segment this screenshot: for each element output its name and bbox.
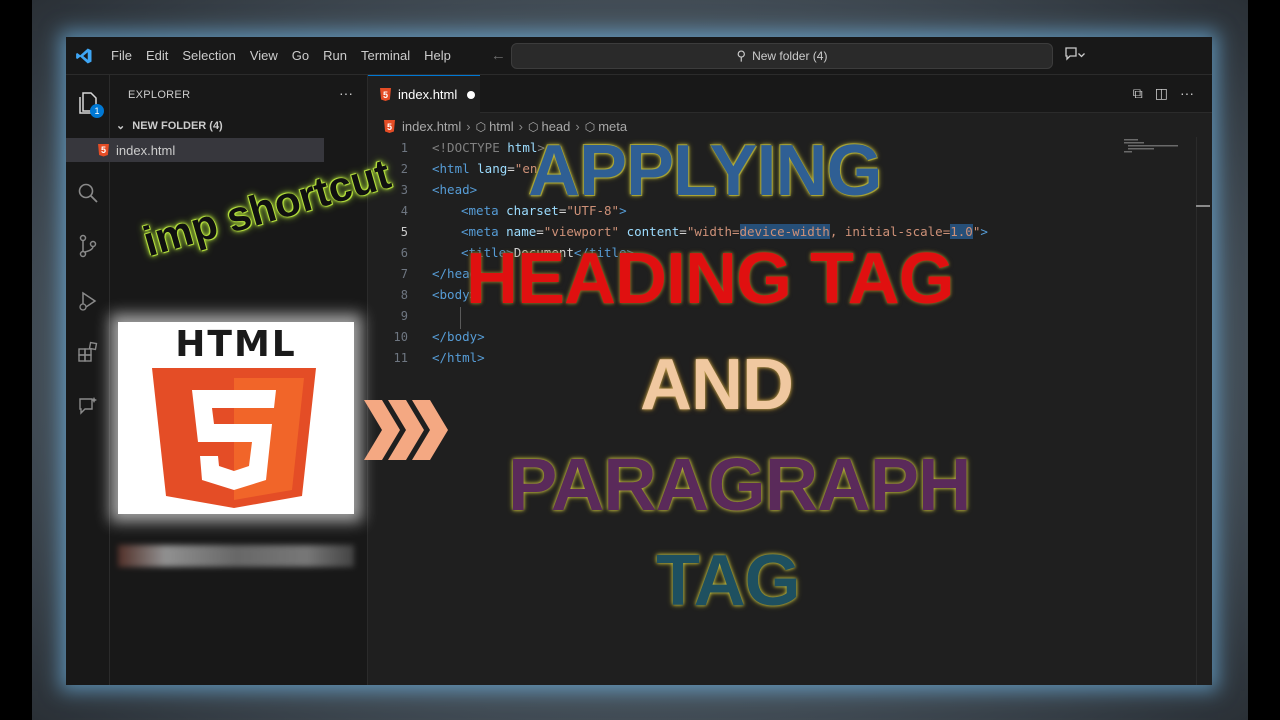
arrow-left-icon[interactable]: ←	[486, 47, 511, 64]
html5-file-icon: 5	[384, 120, 395, 133]
logo-reflection	[118, 545, 354, 567]
element-icon: ⬡	[475, 119, 487, 134]
folder-header[interactable]: ⌄ NEW FOLDER (4)	[116, 119, 223, 132]
vertical-scrollbar[interactable]	[1196, 137, 1197, 685]
line-number: 8	[400, 288, 408, 302]
search-icon[interactable]	[75, 180, 101, 206]
title-heading-tag: HEADING TAG	[466, 239, 955, 319]
file-name: index.html	[116, 142, 176, 158]
breadcrumb-item[interactable]: index.html	[402, 119, 461, 134]
explorer-badge: 1	[90, 104, 104, 118]
command-center-label: New folder (4)	[752, 49, 828, 63]
title-paragraph: PARAGRAPH	[508, 443, 971, 526]
run-debug-icon[interactable]	[75, 288, 101, 314]
breadcrumb-item[interactable]: html	[489, 119, 514, 134]
html5-logo-card: HTML	[118, 322, 354, 514]
code-line-5: <meta name="viewport" content="width=dev…	[461, 224, 988, 239]
title-applying: APPLYING	[528, 131, 882, 211]
chat-icon[interactable]	[75, 393, 101, 419]
menu-terminal[interactable]: Terminal	[354, 48, 417, 63]
more-icon[interactable]: ···	[1180, 85, 1194, 102]
menu-file[interactable]: File	[104, 48, 139, 63]
tab-label: index.html	[398, 87, 458, 102]
copilot-icon[interactable]	[1064, 46, 1086, 65]
code-line-10: </body>	[432, 329, 485, 344]
menu-selection[interactable]: Selection	[175, 48, 242, 63]
explorer-title: EXPLORER	[128, 89, 191, 101]
chevron-right-icon: ›	[466, 119, 471, 134]
vscode-logo-icon	[68, 37, 100, 75]
menu-bar: File Edit Selection View Go Run Terminal…	[104, 48, 458, 63]
html5-file-icon: 5	[380, 88, 391, 101]
menu-run[interactable]: Run	[316, 48, 354, 63]
chevron-right-icon: ›	[518, 119, 523, 134]
search-icon: ⚲	[736, 48, 747, 63]
menu-go[interactable]: Go	[285, 48, 316, 63]
code-line-3: <head>	[432, 182, 478, 197]
folder-name: NEW FOLDER (4)	[132, 120, 223, 132]
code-line-11: </html>	[432, 350, 485, 365]
line-number: 11	[393, 351, 408, 365]
line-number: 6	[400, 246, 408, 260]
menu-view[interactable]: View	[243, 48, 285, 63]
extensions-icon[interactable]	[75, 339, 101, 365]
split-editor-icon[interactable]: ◫	[1155, 85, 1168, 102]
chevron-down-icon: ⌄	[116, 120, 126, 132]
line-number-active: 5	[400, 225, 408, 239]
title-and: AND	[640, 345, 794, 425]
line-number: 10	[393, 330, 408, 344]
editor-tab-bar: 5 index.html ⧉ ◫ ···	[368, 75, 1212, 113]
editor-actions: ⧉ ◫ ···	[1133, 85, 1194, 102]
source-control-icon[interactable]	[75, 233, 101, 259]
files-icon[interactable]: 1	[75, 90, 104, 118]
scroll-marker	[1196, 205, 1210, 207]
compare-icon[interactable]: ⧉	[1133, 85, 1143, 102]
triple-chevron-icon	[364, 400, 448, 460]
menu-edit[interactable]: Edit	[139, 48, 175, 63]
html5-shield-icon	[152, 368, 316, 508]
unsaved-dot-icon[interactable]	[467, 90, 476, 99]
command-center[interactable]: ⚲ New folder (4)	[511, 43, 1053, 69]
file-item-index-html[interactable]: 5 index.html	[66, 138, 324, 162]
html5-file-icon: 5	[98, 143, 109, 157]
line-number: 4	[400, 204, 408, 218]
text-cursor	[460, 307, 461, 329]
line-number: 7	[400, 267, 408, 281]
title-bar: File Edit Selection View Go Run Terminal…	[66, 37, 1212, 75]
minimap[interactable]	[1124, 137, 1180, 157]
activity-bar: 1	[66, 75, 110, 685]
line-number: 9	[400, 309, 408, 323]
title-tag: TAG	[656, 541, 801, 621]
menu-help[interactable]: Help	[417, 48, 458, 63]
html-logo-word: HTML	[175, 324, 297, 365]
more-icon[interactable]: ···	[339, 85, 353, 101]
tab-index-html[interactable]: 5 index.html	[368, 75, 480, 113]
